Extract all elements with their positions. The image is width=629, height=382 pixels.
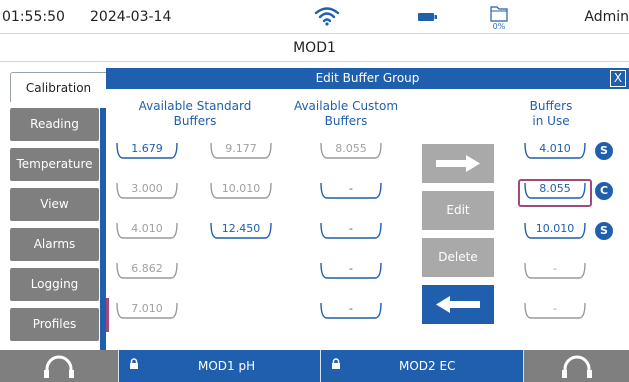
remove-buffer-button[interactable]: [422, 285, 494, 324]
storage-indicator: 0%: [484, 5, 514, 33]
footer-right-panel[interactable]: [524, 350, 629, 382]
chip-value: -: [349, 222, 353, 235]
sidebar: Calibration Reading Temperature View Ala…: [0, 62, 106, 350]
header-standard-line2: Buffers: [173, 114, 217, 128]
chip-value: -: [553, 262, 557, 275]
headset-icon: [562, 355, 592, 378]
chip-value: 3.000: [131, 182, 163, 195]
standard-buffer-chip[interactable]: 1.679: [115, 141, 179, 161]
chip-value: -: [349, 182, 353, 195]
chip-value: 9.177: [225, 142, 257, 155]
footer-left-panel[interactable]: [0, 350, 118, 382]
in-use-buffer-chip[interactable]: 4.010: [523, 141, 587, 161]
buffer-type-badge: S: [595, 142, 613, 160]
storage-percent: 0%: [492, 22, 506, 31]
arrow-right-icon: [436, 155, 480, 172]
folder-icon: [490, 6, 508, 22]
lock-icon: [130, 358, 138, 369]
clock-date: 2024-03-14: [90, 9, 172, 25]
chip-value: 8.055: [335, 142, 367, 155]
standard-buffer-chip[interactable]: 9.177: [209, 141, 273, 161]
sidebar-item-temperature[interactable]: Temperature: [10, 148, 99, 181]
chip-value: 10.010: [535, 222, 575, 235]
header-in-use-line2: in Use: [532, 114, 570, 128]
header-in-use-line1: Buffers: [529, 99, 573, 113]
sidebar-item-reading[interactable]: Reading: [10, 108, 99, 141]
arrow-left-icon: [436, 296, 480, 313]
chip-value: -: [349, 302, 353, 315]
buffer-type-badge: C: [595, 182, 613, 200]
close-button[interactable]: X: [610, 70, 626, 87]
chip-value: 10.010: [221, 182, 261, 195]
headset-icon: [44, 355, 74, 378]
chip-value: 12.450: [221, 222, 261, 235]
chip-value: -: [349, 262, 353, 275]
chip-value: 4.010: [539, 142, 571, 155]
footer-module1[interactable]: MOD1 pH: [119, 350, 320, 382]
standard-buffer-chip[interactable]: 3.000: [115, 181, 179, 201]
in-use-buffer-chip[interactable]: 10.010: [523, 221, 587, 241]
selection-marker: [106, 298, 109, 332]
footer-bar: MOD1 pH MOD2 EC: [0, 350, 629, 382]
sidebar-item-view[interactable]: View: [10, 188, 99, 221]
chip-value: 4.010: [131, 222, 163, 235]
custom-buffer-chip[interactable]: 8.055: [319, 141, 383, 161]
custom-buffer-chip[interactable]: -: [319, 261, 383, 281]
wifi-icon: [314, 7, 340, 26]
standard-buffer-chip[interactable]: 12.450: [209, 221, 273, 241]
selected-buffer-highlight: [518, 179, 592, 207]
tab-calibration[interactable]: Calibration: [10, 72, 106, 102]
sidebar-item-alarms[interactable]: Alarms: [10, 228, 99, 261]
delete-button[interactable]: Delete: [422, 238, 494, 277]
header-standard-line1: Available Standard: [138, 99, 252, 113]
in-use-buffer-chip[interactable]: -: [523, 261, 587, 281]
standard-buffer-chip[interactable]: 6.862: [115, 261, 179, 281]
header-standard-buffers: Available Standard Buffers: [120, 99, 270, 129]
user-name[interactable]: Admin: [584, 9, 629, 25]
chip-value: 7.010: [131, 302, 163, 315]
header-buffers-in-use: Buffers in Use: [506, 99, 596, 129]
footer-module2-label: MOD2 EC: [399, 359, 456, 373]
custom-buffer-chip[interactable]: -: [319, 301, 383, 321]
edit-buffer-group-dialog: Edit Buffer Group X Available Standard B…: [106, 68, 629, 350]
chip-value: -: [553, 302, 557, 315]
clock-time: 01:55:50: [2, 9, 65, 25]
status-bar: 01:55:50 2024-03-14 0% Admin: [0, 0, 629, 34]
standard-buffer-chip[interactable]: 4.010: [115, 221, 179, 241]
custom-buffer-chip[interactable]: -: [319, 181, 383, 201]
in-use-buffer-chip[interactable]: -: [523, 301, 587, 321]
page-title: MOD1: [0, 35, 629, 62]
header-custom-line1: Available Custom: [293, 99, 399, 113]
standard-buffer-chip[interactable]: 7.010: [115, 301, 179, 321]
footer-module1-label: MOD1 pH: [198, 359, 256, 373]
header-custom-buffers: Available Custom Buffers: [286, 99, 406, 129]
sidebar-item-profiles[interactable]: Profiles: [10, 308, 99, 341]
dialog-title: Edit Buffer Group: [106, 68, 629, 89]
header-custom-line2: Buffers: [324, 114, 368, 128]
battery-icon: [418, 13, 437, 21]
add-buffer-button[interactable]: [422, 144, 494, 183]
custom-buffer-chip[interactable]: -: [319, 221, 383, 241]
footer-module2[interactable]: MOD2 EC: [321, 350, 523, 382]
chip-value: 6.862: [131, 262, 163, 275]
lock-icon: [332, 358, 340, 369]
edit-button[interactable]: Edit: [422, 191, 494, 230]
buffer-type-badge: S: [595, 222, 613, 240]
standard-buffer-chip[interactable]: 10.010: [209, 181, 273, 201]
chip-value: 1.679: [131, 142, 163, 155]
sidebar-item-logging[interactable]: Logging: [10, 268, 99, 301]
